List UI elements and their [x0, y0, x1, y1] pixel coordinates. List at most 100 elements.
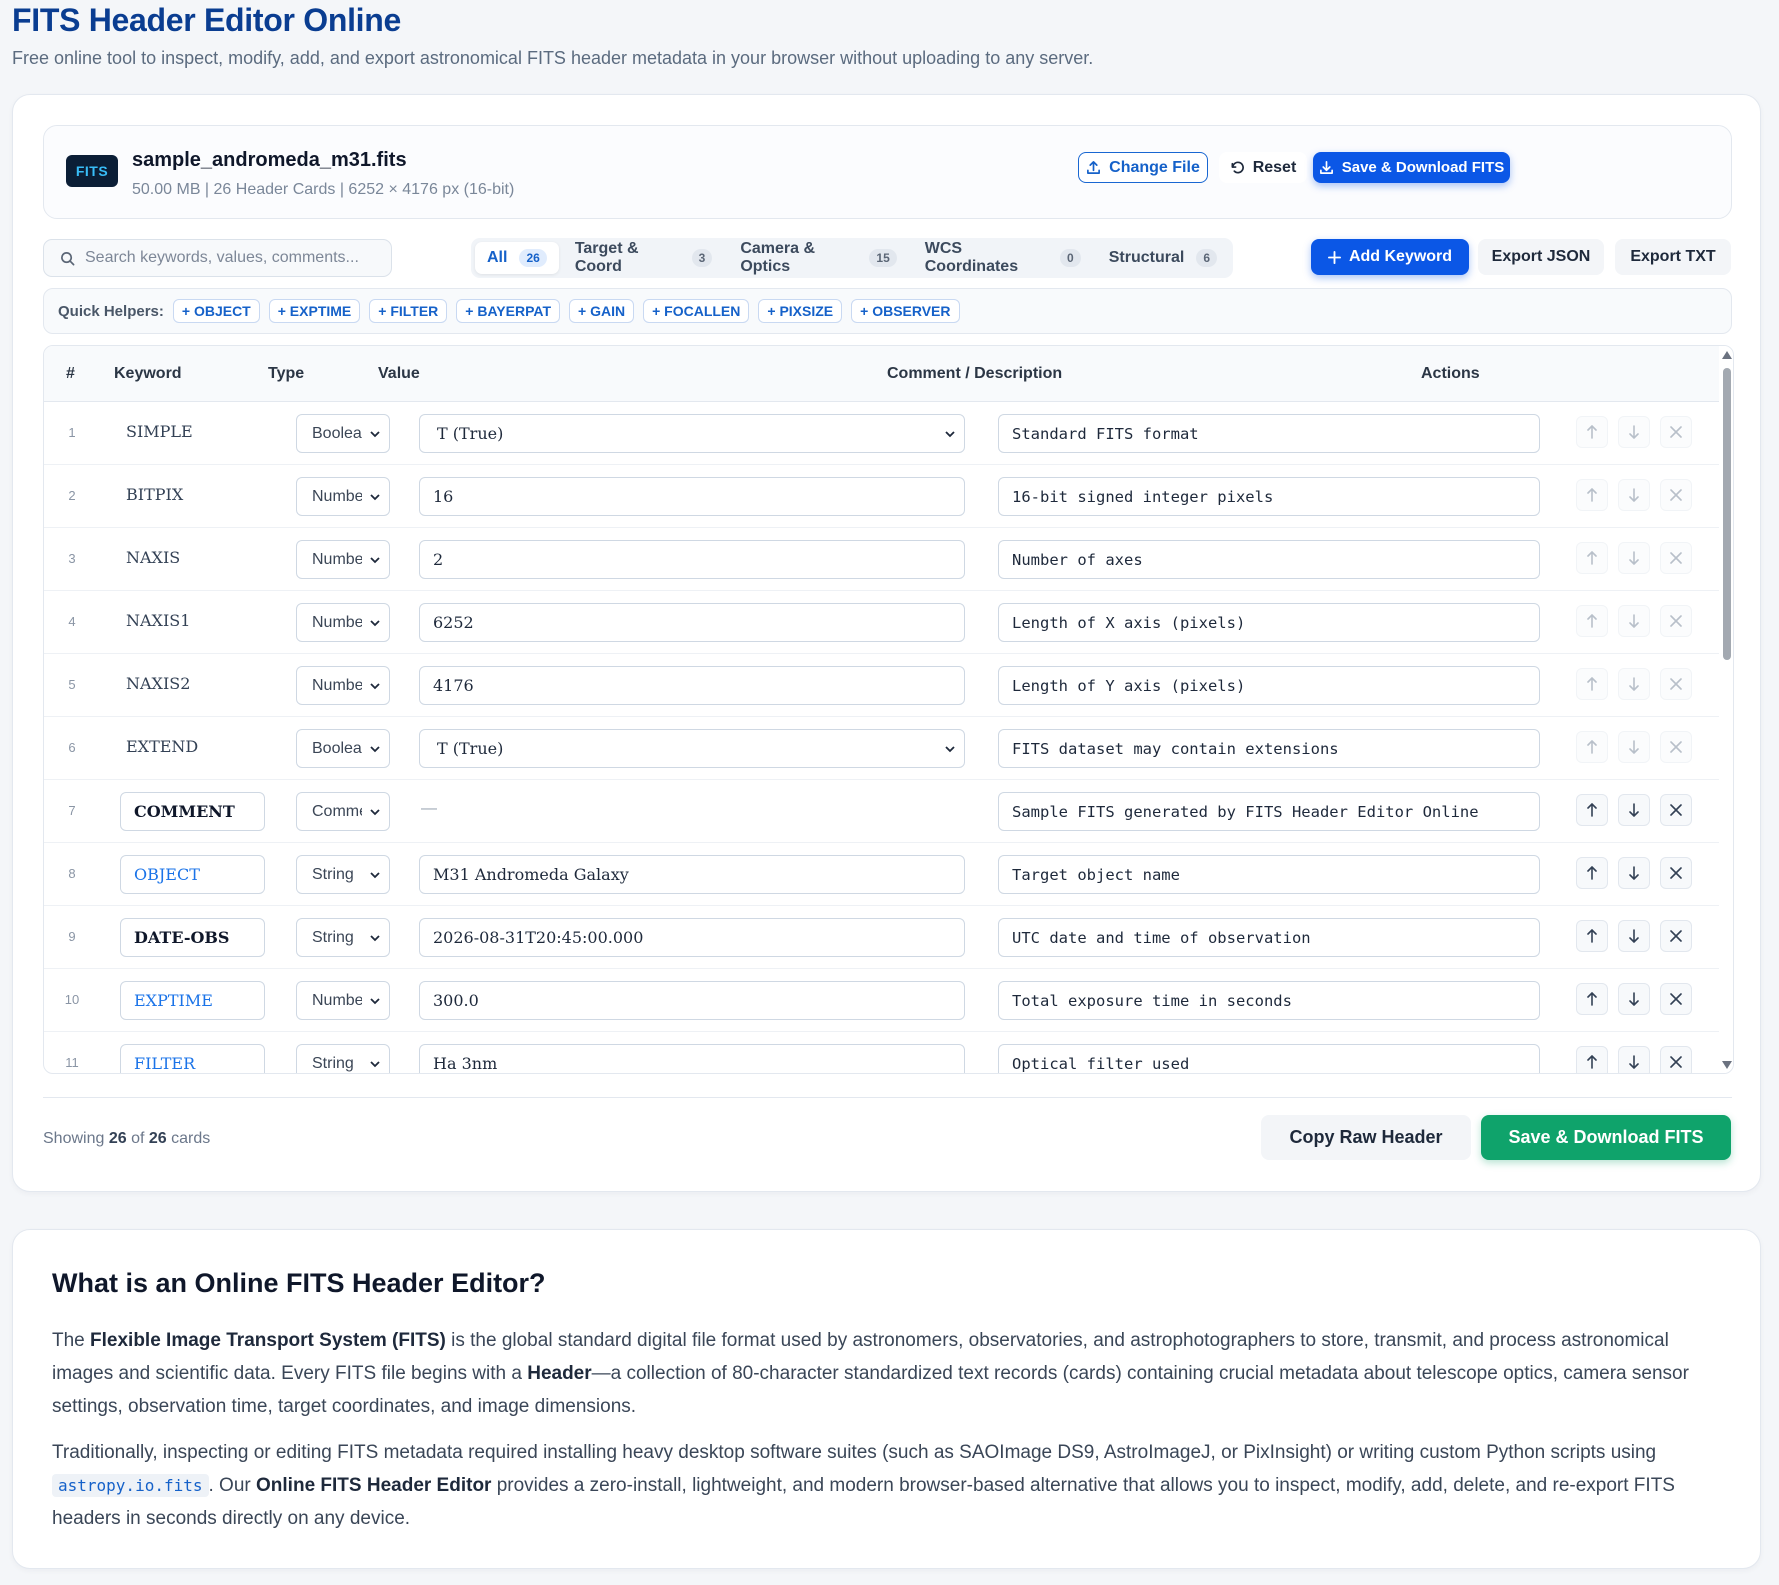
move-down-button[interactable]: [1618, 416, 1650, 448]
move-down-button[interactable]: [1618, 479, 1650, 511]
value-input[interactable]: 16: [419, 477, 965, 516]
comment-input[interactable]: FITS dataset may contain extensions: [998, 729, 1540, 768]
value-input[interactable]: 2026-08-31T20:45:00.000: [419, 918, 965, 957]
export-txt-button[interactable]: Export TXT: [1615, 239, 1731, 275]
delete-button[interactable]: [1660, 542, 1692, 574]
add-keyword-button[interactable]: Add Keyword: [1311, 239, 1469, 275]
type-select[interactable]: Number: [296, 981, 390, 1020]
move-down-button[interactable]: [1618, 857, 1650, 889]
delete-button[interactable]: [1660, 920, 1692, 952]
keyword-input[interactable]: OBJECT: [120, 855, 265, 894]
delete-button[interactable]: [1660, 983, 1692, 1015]
chevron-down-icon: [370, 746, 380, 753]
tab-structural[interactable]: Structural 6: [1097, 242, 1229, 274]
move-down-button[interactable]: [1618, 1046, 1650, 1073]
helper-chip-object[interactable]: + OBJECT: [172, 299, 260, 323]
type-select[interactable]: Boolean: [296, 414, 390, 453]
type-select[interactable]: String: [296, 1044, 390, 1073]
delete-button[interactable]: [1660, 479, 1692, 511]
value-input[interactable]: Ha 3nm: [419, 1044, 965, 1073]
type-select[interactable]: Number: [296, 603, 390, 642]
move-up-button[interactable]: [1576, 479, 1608, 511]
scroll-up-arrow-icon[interactable]: [1722, 351, 1732, 359]
delete-button[interactable]: [1660, 794, 1692, 826]
value-input[interactable]: 300.0: [419, 981, 965, 1020]
move-up-button[interactable]: [1576, 416, 1608, 448]
move-down-button[interactable]: [1618, 920, 1650, 952]
value-input[interactable]: M31 Andromeda Galaxy: [419, 855, 965, 894]
helper-chip-filter[interactable]: + FILTER: [369, 299, 448, 323]
comment-input[interactable]: UTC date and time of observation: [998, 918, 1540, 957]
helper-chip-focallen[interactable]: + FOCALLEN: [643, 299, 750, 323]
scrollbar-thumb[interactable]: [1723, 368, 1731, 660]
chevron-down-icon: [370, 683, 380, 690]
tab-target-coord[interactable]: Target & Coord 3: [563, 240, 725, 275]
move-down-button[interactable]: [1618, 605, 1650, 637]
comment-input[interactable]: Number of axes: [998, 540, 1540, 579]
helper-chip-exptime[interactable]: + EXPTIME: [268, 299, 361, 323]
move-up-button[interactable]: [1576, 857, 1608, 889]
move-up-button[interactable]: [1576, 731, 1608, 763]
type-select[interactable]: Comment: [296, 792, 390, 831]
delete-button[interactable]: [1660, 605, 1692, 637]
tab-camera-optics[interactable]: Camera & Optics 15: [728, 240, 908, 275]
arrow-down-icon: [1629, 803, 1639, 817]
export-json-button[interactable]: Export JSON: [1478, 239, 1604, 275]
delete-button[interactable]: [1660, 668, 1692, 700]
move-up-button[interactable]: [1576, 542, 1608, 574]
helper-chip-gain[interactable]: + GAIN: [569, 299, 635, 323]
value-select[interactable]: T (True): [419, 729, 965, 768]
keyword-input[interactable]: COMMENT: [120, 792, 265, 831]
delete-button[interactable]: [1660, 1046, 1692, 1073]
keyword-input[interactable]: EXPTIME: [120, 981, 265, 1020]
value-select[interactable]: T (True): [419, 414, 965, 453]
move-down-button[interactable]: [1618, 668, 1650, 700]
helper-chip-bayerpat[interactable]: + BAYERPAT: [456, 299, 561, 323]
p1-bold-fits: Flexible Image Transport System (FITS): [90, 1330, 446, 1351]
search-input[interactable]: [85, 249, 375, 267]
comment-input[interactable]: Optical filter used: [998, 1044, 1540, 1073]
comment-input[interactable]: Sample FITS generated by FITS Header Edi…: [998, 792, 1540, 831]
save-download-fits-bottom-button[interactable]: Save & Download FITS: [1481, 1115, 1731, 1160]
type-select[interactable]: Number: [296, 540, 390, 579]
type-select[interactable]: Boolean: [296, 729, 390, 768]
helper-chip-observer[interactable]: + OBSERVER: [851, 299, 960, 323]
delete-button[interactable]: [1660, 731, 1692, 763]
tab-wcs-coordinates[interactable]: WCS Coordinates 0: [913, 240, 1093, 275]
comment-input[interactable]: Target object name: [998, 855, 1540, 894]
table-scrollbar[interactable]: [1719, 346, 1733, 1073]
move-up-button[interactable]: [1576, 920, 1608, 952]
move-up-button[interactable]: [1576, 983, 1608, 1015]
reset-button[interactable]: Reset: [1219, 152, 1307, 183]
comment-input[interactable]: 16-bit signed integer pixels: [998, 477, 1540, 516]
comment-input[interactable]: Standard FITS format: [998, 414, 1540, 453]
move-down-button[interactable]: [1618, 983, 1650, 1015]
comment-input[interactable]: Total exposure time in seconds: [998, 981, 1540, 1020]
tab-all[interactable]: All 26: [475, 242, 559, 274]
move-up-button[interactable]: [1576, 1046, 1608, 1073]
type-select[interactable]: String: [296, 918, 390, 957]
comment-input[interactable]: Length of X axis (pixels): [998, 603, 1540, 642]
value-input[interactable]: 6252: [419, 603, 965, 642]
scroll-down-arrow-icon[interactable]: [1722, 1061, 1732, 1069]
move-up-button[interactable]: [1576, 668, 1608, 700]
move-down-button[interactable]: [1618, 542, 1650, 574]
keyword-input[interactable]: DATE-OBS: [120, 918, 265, 957]
save-download-fits-button[interactable]: Save & Download FITS: [1313, 152, 1510, 183]
delete-button[interactable]: [1660, 857, 1692, 889]
move-up-button[interactable]: [1576, 794, 1608, 826]
move-down-button[interactable]: [1618, 731, 1650, 763]
delete-button[interactable]: [1660, 416, 1692, 448]
move-down-button[interactable]: [1618, 794, 1650, 826]
helper-chip-pixsize[interactable]: + PIXSIZE: [758, 299, 843, 323]
type-select[interactable]: Number: [296, 477, 390, 516]
change-file-button[interactable]: Change File: [1078, 152, 1208, 183]
value-input[interactable]: 4176: [419, 666, 965, 705]
keyword-input[interactable]: FILTER: [120, 1044, 265, 1073]
move-up-button[interactable]: [1576, 605, 1608, 637]
comment-input[interactable]: Length of Y axis (pixels): [998, 666, 1540, 705]
copy-raw-header-button[interactable]: Copy Raw Header: [1261, 1115, 1471, 1160]
type-select[interactable]: String: [296, 855, 390, 894]
value-input[interactable]: 2: [419, 540, 965, 579]
type-select[interactable]: Number: [296, 666, 390, 705]
